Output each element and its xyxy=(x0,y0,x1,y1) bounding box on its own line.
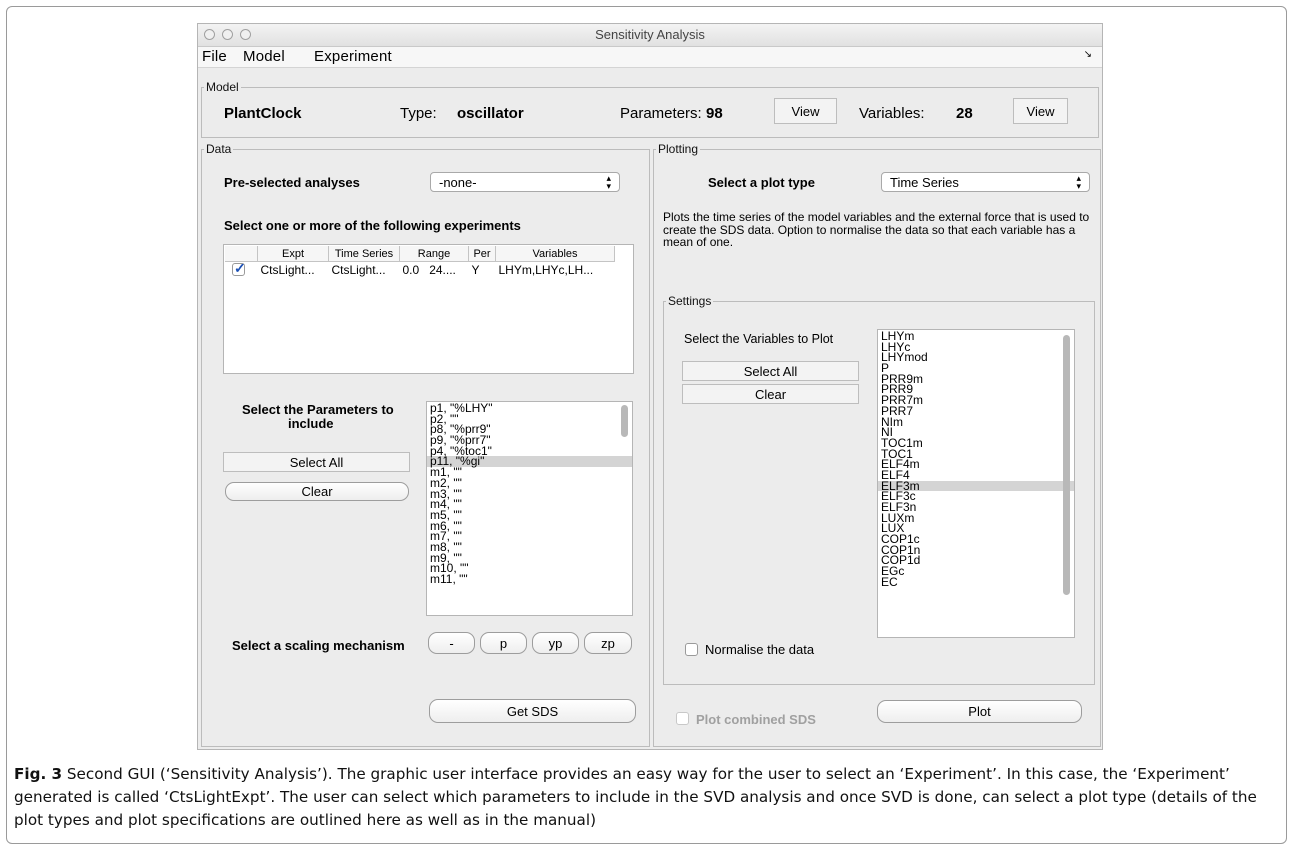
col-expt-header[interactable]: Expt xyxy=(257,246,329,262)
parameters-clear-button[interactable]: Clear xyxy=(225,482,409,501)
col-time-series-header[interactable]: Time Series xyxy=(328,246,400,262)
model-name: PlantClock xyxy=(224,105,302,122)
cell-time-series: CtsLight... xyxy=(331,262,386,277)
scaling-none-button[interactable]: - xyxy=(428,632,475,654)
plot-type-label: Select a plot type xyxy=(708,175,815,190)
cell-expt: CtsLight... xyxy=(260,262,315,277)
list-item[interactable]: COP1d xyxy=(878,555,1074,567)
menu-model[interactable]: Model xyxy=(243,48,285,65)
variables-count: 28 xyxy=(956,105,973,122)
experiments-table-header: Expt Time Series Range Per Variables xyxy=(225,246,615,262)
plot-combined-label: Plot combined SDS xyxy=(696,712,816,727)
menu-experiment[interactable]: Experiment xyxy=(314,48,392,65)
figure-label: Fig. 3 xyxy=(14,765,63,783)
figure-caption: Fig. 3 Second GUI (‘Sensitivity Analysis… xyxy=(14,763,1279,832)
window-title: Sensitivity Analysis xyxy=(595,27,705,42)
sensitivity-analysis-window: Sensitivity Analysis File Model Experime… xyxy=(197,23,1103,750)
normalise-label: Normalise the data xyxy=(705,642,815,657)
view-variables-button[interactable]: View xyxy=(1013,98,1068,124)
scaling-p-button[interactable]: p xyxy=(480,632,527,654)
preselected-analyses-label: Pre-selected analyses xyxy=(224,175,360,190)
table-row[interactable]: ✓ CtsLight... CtsLight... 0.0 24.... Y L… xyxy=(225,260,615,278)
plot-type-value: Time Series xyxy=(890,174,959,190)
data-legend: Data xyxy=(206,142,232,156)
checkmark-icon: ✓ xyxy=(234,260,246,276)
variables-clear-button[interactable]: Clear xyxy=(682,384,859,404)
list-item[interactable]: EGc xyxy=(878,565,1074,577)
plotting-legend: Plotting xyxy=(658,142,699,156)
variables-scrollbar[interactable] xyxy=(1063,335,1070,595)
list-item[interactable]: EC xyxy=(878,576,1074,588)
view-parameters-button[interactable]: View xyxy=(774,98,837,124)
variables-select-all-button[interactable]: Select All xyxy=(682,361,859,381)
variables-listbox[interactable]: LHYm LHYc LHYmod P PRR9m PRR9 PRR7m PRR7 NIm NI TO… xyxy=(877,329,1075,638)
parameters-count: 98 xyxy=(706,105,723,122)
cell-range-end: 24.... xyxy=(429,262,456,277)
row-checkbox-cell[interactable]: ✓ xyxy=(225,260,258,278)
chevron-updown-icon: ▴ ▾ xyxy=(1076,173,1081,191)
chevron-updown-icon: ▴ ▾ xyxy=(606,173,611,191)
parameters-listbox[interactable]: p1, "%LHY" p2, "" p8, "%prr9" p9, "%prr7" p4… xyxy=(426,401,633,616)
preselected-analyses-value: -none- xyxy=(439,174,477,190)
cell-range: 0.0 24.... xyxy=(400,262,469,278)
settings-legend: Settings xyxy=(668,294,712,308)
plot-combined-checkbox[interactable] xyxy=(676,712,689,725)
menu-file[interactable]: File xyxy=(202,48,227,65)
plot-button[interactable]: Plot xyxy=(877,700,1082,723)
figure-caption-text: Second GUI (‘Sensitivity Analysis’). The… xyxy=(14,765,1257,829)
parameters-include-label-2: include xyxy=(288,416,334,431)
variables-label: Variables: xyxy=(859,105,925,122)
experiment-checkbox[interactable]: ✓ xyxy=(232,260,246,276)
list-item[interactable]: LHYmod xyxy=(878,352,1074,364)
plot-type-select[interactable]: Time Series ▴ ▾ xyxy=(881,172,1090,192)
list-item[interactable]: PRR7 xyxy=(878,405,1074,417)
col-range-header[interactable]: Range xyxy=(399,246,469,262)
cell-per: Y xyxy=(471,262,480,277)
col-variables-header[interactable]: Variables xyxy=(495,246,615,262)
list-item[interactable]: m11, "" xyxy=(427,573,632,585)
cell-variables: LHYm,LHYc,LH... xyxy=(498,262,594,277)
experiments-table[interactable]: Expt Time Series Range Per Variables ✓ C… xyxy=(223,244,634,374)
preselected-analyses-select[interactable]: -none- ▴ ▾ xyxy=(430,172,620,192)
model-type-label: Type: xyxy=(400,105,437,122)
cell-range-start: 0.0 xyxy=(402,262,420,277)
parameters-scrollbar[interactable] xyxy=(621,405,628,437)
title-bar: Sensitivity Analysis xyxy=(198,24,1102,47)
resize-arrow-icon: ↘ xyxy=(1083,49,1092,60)
experiments-label: Select one or more of the following expe… xyxy=(224,218,521,233)
parameters-include-label-1: Select the Parameters to xyxy=(242,402,394,417)
model-type-value: oscillator xyxy=(457,105,524,122)
col-per-header[interactable]: Per xyxy=(468,246,496,262)
normalise-checkbox[interactable] xyxy=(685,643,698,656)
menu-bar: File Model Experiment ↘ xyxy=(198,47,1102,68)
parameters-label: Parameters: xyxy=(620,105,702,122)
list-item[interactable]: NIm xyxy=(878,416,1074,428)
plot-type-description: Plots the time series of the model varia… xyxy=(663,210,1090,249)
scaling-yp-button[interactable]: yp xyxy=(532,632,579,654)
get-sds-button[interactable]: Get SDS xyxy=(429,699,636,723)
scaling-zp-button[interactable]: zp xyxy=(584,632,632,654)
parameters-select-all-button[interactable]: Select All xyxy=(223,452,410,472)
list-item[interactable]: LUXm xyxy=(878,512,1074,524)
scaling-mechanism-label: Select a scaling mechanism xyxy=(232,638,405,653)
variables-to-plot-label: Select the Variables to Plot xyxy=(684,332,834,346)
model-legend: Model xyxy=(206,80,239,94)
